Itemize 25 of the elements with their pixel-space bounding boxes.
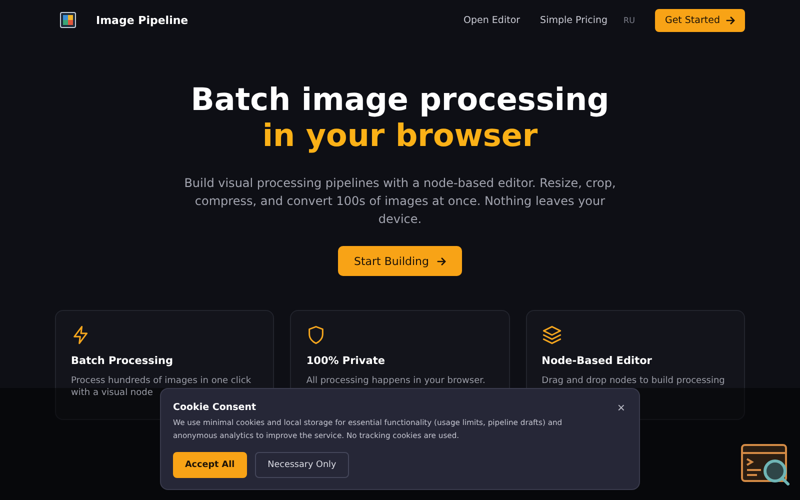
decline-button[interactable]: Necessary Only xyxy=(254,452,350,478)
logo-icon xyxy=(60,12,76,28)
arrow-right-icon xyxy=(437,256,446,266)
dialog-title: Cookie Consent xyxy=(173,402,256,413)
nav-link[interactable]: Open Editor xyxy=(464,14,520,26)
feature-title: 100% Private xyxy=(306,355,386,367)
close-button[interactable]: × xyxy=(617,401,625,415)
hero-title: Batch image processing xyxy=(190,82,610,118)
language-switch[interactable]: RU xyxy=(624,16,635,24)
get-started-button[interactable]: Get Started xyxy=(654,8,745,32)
hero-highlight: in your browser xyxy=(262,118,538,154)
nav-link[interactable]: Simple Pricing xyxy=(540,14,608,26)
brand-name: Image Pipeline xyxy=(96,14,188,26)
feature-description: All processing happens in your browser. xyxy=(306,375,486,387)
arrow-right-icon xyxy=(726,16,735,24)
feature-description: Process hundreds of images in one click with a visual node xyxy=(71,375,252,399)
layers-icon xyxy=(542,325,562,345)
shield-icon xyxy=(306,325,326,345)
feature-title: Batch Processing xyxy=(71,355,174,367)
terminal-search-icon[interactable] xyxy=(741,444,791,488)
feature-title: Node-Based Editor xyxy=(542,355,653,367)
accept-button[interactable]: Accept All xyxy=(173,452,247,478)
feature-description: Drag and drop nodes to build processing xyxy=(542,375,726,387)
start-building-button[interactable]: Start Building xyxy=(338,246,462,276)
hero-subtitle: Build visual processing pipelines with a node-based editor. Resize, crop, compress, and convert 100s of images at once. Nothing leaves your device. xyxy=(183,175,617,228)
